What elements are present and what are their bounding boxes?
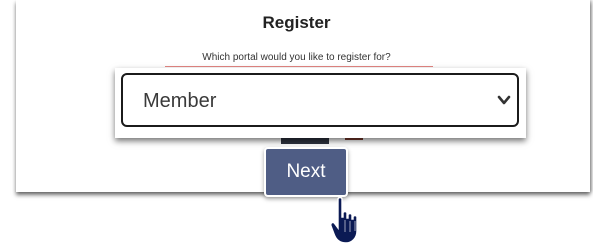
portal-select-value: Member <box>143 90 217 112</box>
subtitle-divider <box>165 66 433 67</box>
page-title: Register <box>262 13 331 32</box>
next-button[interactable]: Next <box>264 147 348 197</box>
hand-pointer-icon <box>330 197 358 244</box>
portal-select[interactable]: Member <box>121 73 519 127</box>
portal-question: Which portal would you like to register … <box>202 52 391 63</box>
chevron-down-icon <box>497 95 511 105</box>
